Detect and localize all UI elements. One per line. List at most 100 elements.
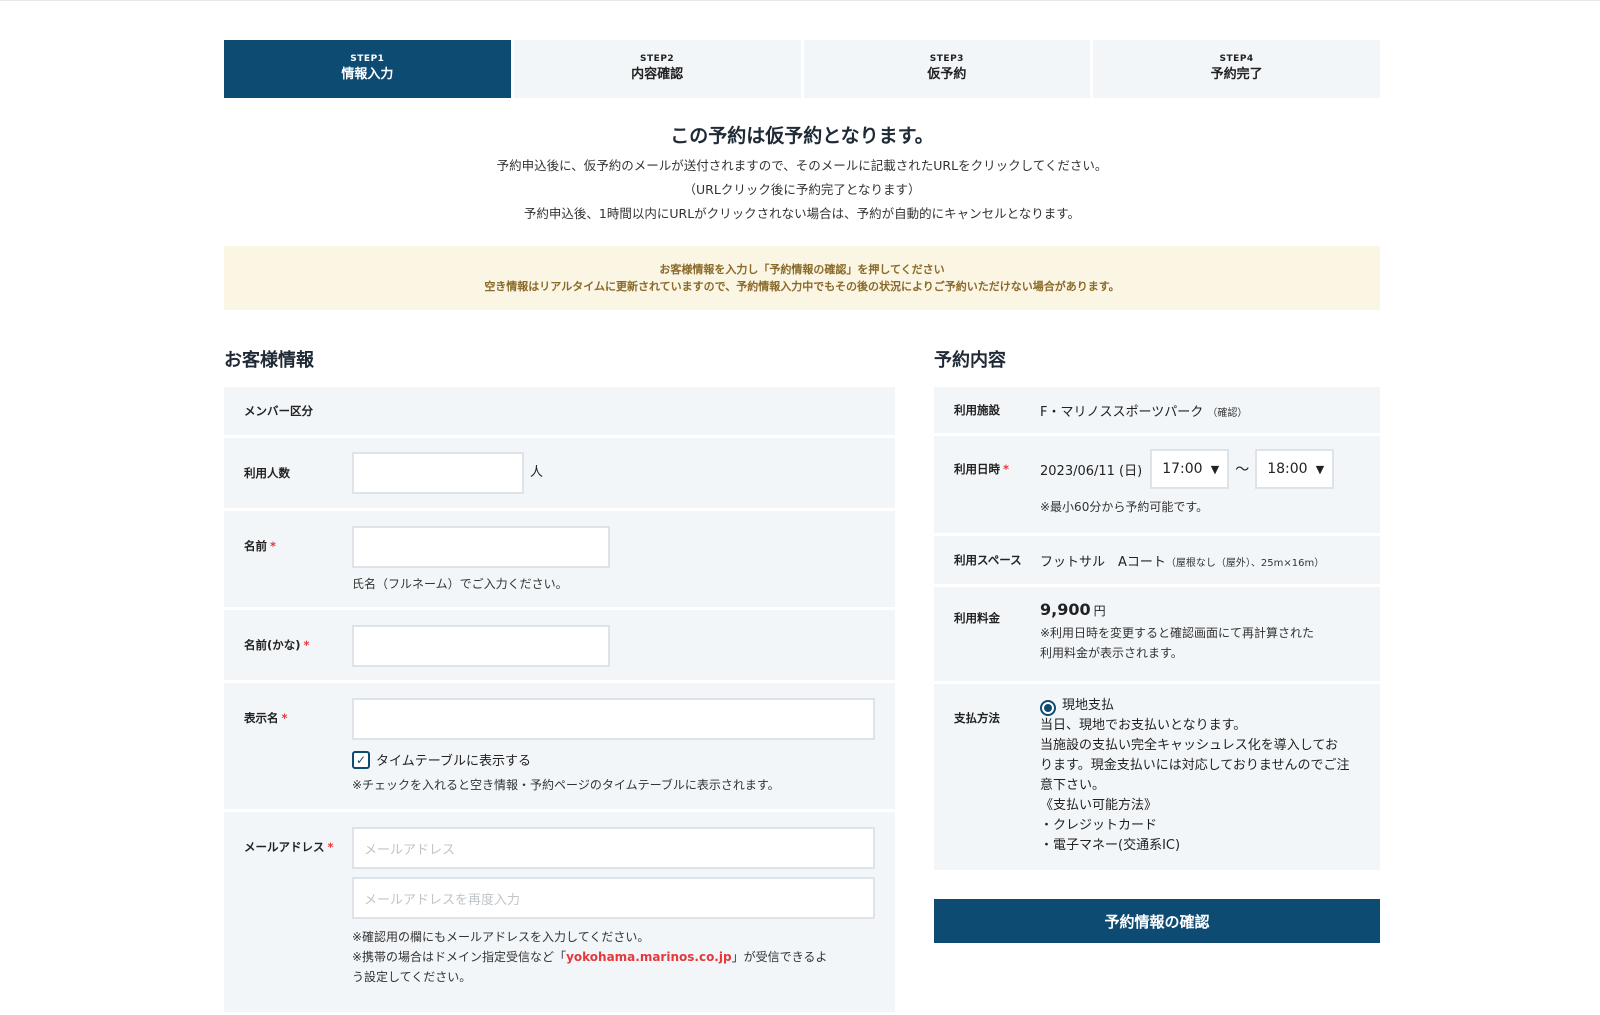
warning-line: お客様情報を入力し「予約情報の確認」を押してください [659,263,945,276]
datetime-label: 利用日時 * [954,449,1040,533]
payment-line: ・クレジットカード [1040,818,1158,833]
display-name-row: 表示名 * ✓ タイムテーブルに表示する ※チェックを入れると空き情報・予約ページ… [224,683,895,809]
start-time-select[interactable]: 17:00 ▼ [1150,449,1230,489]
name-row: 名前 * 氏名（フルネーム）でご入力ください。 [224,511,895,607]
facility-name: F・マリノススポーツパーク [1040,404,1204,420]
people-count-row: 利用人数 人 [224,438,895,508]
required-mark: * [281,711,288,725]
step-label: 情報入力 [341,67,394,82]
step-number: STEP2 [640,54,675,64]
datetime-value: 2023/06/11 (日) 17:00 ▼ 〜 18:00 ▼ ※最小60分から予約可能… [1040,449,1360,533]
payment-line: 当施設の支払い完全キャッシュレス化を導入してお [1040,738,1338,753]
people-count-field: 人 [352,452,875,494]
customer-info-title: お客様情報 [224,350,314,371]
kana-field [352,625,875,680]
display-name-input[interactable] [352,698,875,740]
space-name: フットサル Aコート [1040,554,1166,570]
timetable-note: ※チェックを入れると空き情報・予約ページのタイムテーブルに表示されます。 [352,778,780,792]
kana-row: 名前(かな) * [224,610,895,680]
payment-value: 現地支払 当日、現地でお支払いとなります。 当施設の支払い完全キャッシュレス化を… [1040,696,1360,870]
payment-line: ・電子マネー(交通系IC) [1040,838,1181,853]
required-mark: * [327,840,334,854]
facility-value: F・マリノススポーツパーク （確認） [1040,401,1360,420]
step-2: STEP2 内容確認 [513,40,801,98]
timetable-checkbox-label[interactable]: タイムテーブルに表示する [376,750,531,769]
step-label: 仮予約 [927,67,967,82]
end-time-select[interactable]: 18:00 ▼ [1255,449,1335,489]
payment-option-label[interactable]: 現地支払 [1062,698,1114,713]
name-label: 名前 * [244,526,352,607]
space-detail: （屋根なし（屋外）、25m×16m） [1165,557,1325,569]
facility-row: 利用施設 F・マリノススポーツパーク （確認） [934,387,1380,433]
required-mark: * [270,539,277,553]
name-input[interactable] [352,526,610,568]
time-range-separator: 〜 [1235,462,1250,478]
timetable-checkbox-row[interactable]: ✓ タイムテーブルに表示する [352,750,875,769]
email-note-2: ※携帯の場合はドメイン指定受信など「yokohama.marinos.co.jp… [352,947,875,967]
customer-form: メンバー区分 利用人数 人 名前 * 氏名（フルネーム）でご入力ください。 名前(… [224,387,895,1015]
step-3: STEP3 仮予約 [803,40,1091,98]
step-1: STEP1 情報入力 [224,40,511,98]
people-count-input[interactable] [352,452,524,494]
radio-selected-icon[interactable] [1040,700,1056,716]
notice-line: （URLクリック後に予約完了となります） [683,182,921,197]
step-4: STEP4 予約完了 [1093,40,1380,98]
radio-dot [1044,704,1052,712]
space-value: フットサル Aコート（屋根なし（屋外）、25m×16m） [1040,551,1360,570]
email-label: メールアドレス * [244,827,352,1012]
email-field: メールアドレス メールアドレスを再度入力 ※確認用の欄にもメールアドレスを入力し… [352,827,875,1012]
member-type-row: メンバー区分 [224,387,895,435]
reservation-details-title: 予約内容 [934,350,1006,371]
required-mark: * [303,638,310,652]
display-name-field: ✓ タイムテーブルに表示する ※チェックを入れると空き情報・予約ページのタイムテ… [352,698,875,809]
notice-line: 予約申込後に、仮予約のメールが送付されますので、そのメールに記載されたURLをク… [496,158,1108,173]
facility-confirm-link[interactable]: （確認） [1207,408,1247,419]
payment-row: 支払方法 現地支払 当日、現地でお支払いとなります。 当施設の支払い完全キャッシ… [934,684,1380,870]
payment-option[interactable]: 現地支払 [1040,696,1360,716]
email-confirm-input[interactable]: メールアドレスを再度入力 [352,877,875,919]
step-number: STEP4 [1219,54,1254,64]
display-name-label: 表示名 * [244,698,352,809]
kana-label: 名前(かな) * [244,625,352,680]
notice-line: 予約申込後、1時間以内にURLがクリックされない場合は、予約が自動的にキャンセル… [523,206,1081,221]
facility-label: 利用施設 [954,403,1000,417]
reservation-panel: 利用施設 F・マリノススポーツパーク （確認） 利用日時 * 2023/06/11… [934,387,1380,873]
people-count-label: 利用人数 [244,466,290,480]
fee-note-2: 利用料金が表示されます。 [1040,646,1183,660]
step-number: STEP3 [929,54,964,64]
provisional-notice: この予約は仮予約となります。 予約申込後に、仮予約のメールが送付されますので、そ… [224,122,1380,226]
notice-title: この予約は仮予約となります。 [670,125,934,147]
member-type-label: メンバー区分 [244,404,313,418]
email-label-text: メールアドレス [244,840,325,854]
checkmark-icon: ✓ [355,752,367,767]
payment-label: 支払方法 [954,711,1000,725]
dropdown-arrow-icon: ▼ [1210,462,1220,476]
end-time-value: 18:00 [1267,461,1308,477]
fee-note-1: ※利用日時を変更すると確認画面にて再計算された [1040,626,1315,640]
datetime-controls: 2023/06/11 (日) 17:00 ▼ 〜 18:00 ▼ [1040,449,1360,489]
space-label: 利用スペース [954,553,1022,567]
fee-unit: 円 [1093,604,1106,618]
fee-row: 利用料金 9,900 円 ※利用日時を変更すると確認画面にて再計算された 利用料金… [934,587,1380,681]
payment-line: 《支払い可能方法》 [1040,798,1158,813]
step-number: STEP1 [350,54,385,64]
payment-line: ります。現金支払いには対応しておりませんのでご注 [1040,758,1350,773]
name-label-text: 名前 [244,539,267,553]
kana-input[interactable] [352,625,610,667]
dropdown-arrow-icon: ▼ [1315,462,1325,476]
confirm-reservation-button[interactable]: 予約情報の確認 [934,899,1380,943]
fee-amount-line: 9,900 円 [1040,600,1360,619]
email-note-1: ※確認用の欄にもメールアドレスを入力してください。 [352,930,650,944]
step-label: 予約完了 [1210,67,1263,82]
email-note-3: う設定してください。 [352,970,472,984]
warning-box: お客様情報を入力し「予約情報の確認」を押してください 空き情報はリアルタイムに更… [224,246,1380,310]
warning-line: 空き情報はリアルタイムに更新されていますので、予約情報入力中でもその後の状況によ… [484,280,1120,293]
timetable-checkbox[interactable]: ✓ [352,750,370,769]
required-mark: * [1003,462,1010,476]
datetime-label-text: 利用日時 [954,462,1000,476]
datetime-row: 利用日時 * 2023/06/11 (日) 17:00 ▼ 〜 18:00 ▼ ※最小60分… [934,436,1380,533]
email-input[interactable]: メールアドレス [352,827,875,869]
step-indicator: STEP1 情報入力 STEP2 内容確認 STEP3 仮予約 STEP4 予約… [224,40,1380,98]
email-note-2-suffix: 」が受信できるよ [731,950,828,964]
top-divider [0,0,1600,1]
